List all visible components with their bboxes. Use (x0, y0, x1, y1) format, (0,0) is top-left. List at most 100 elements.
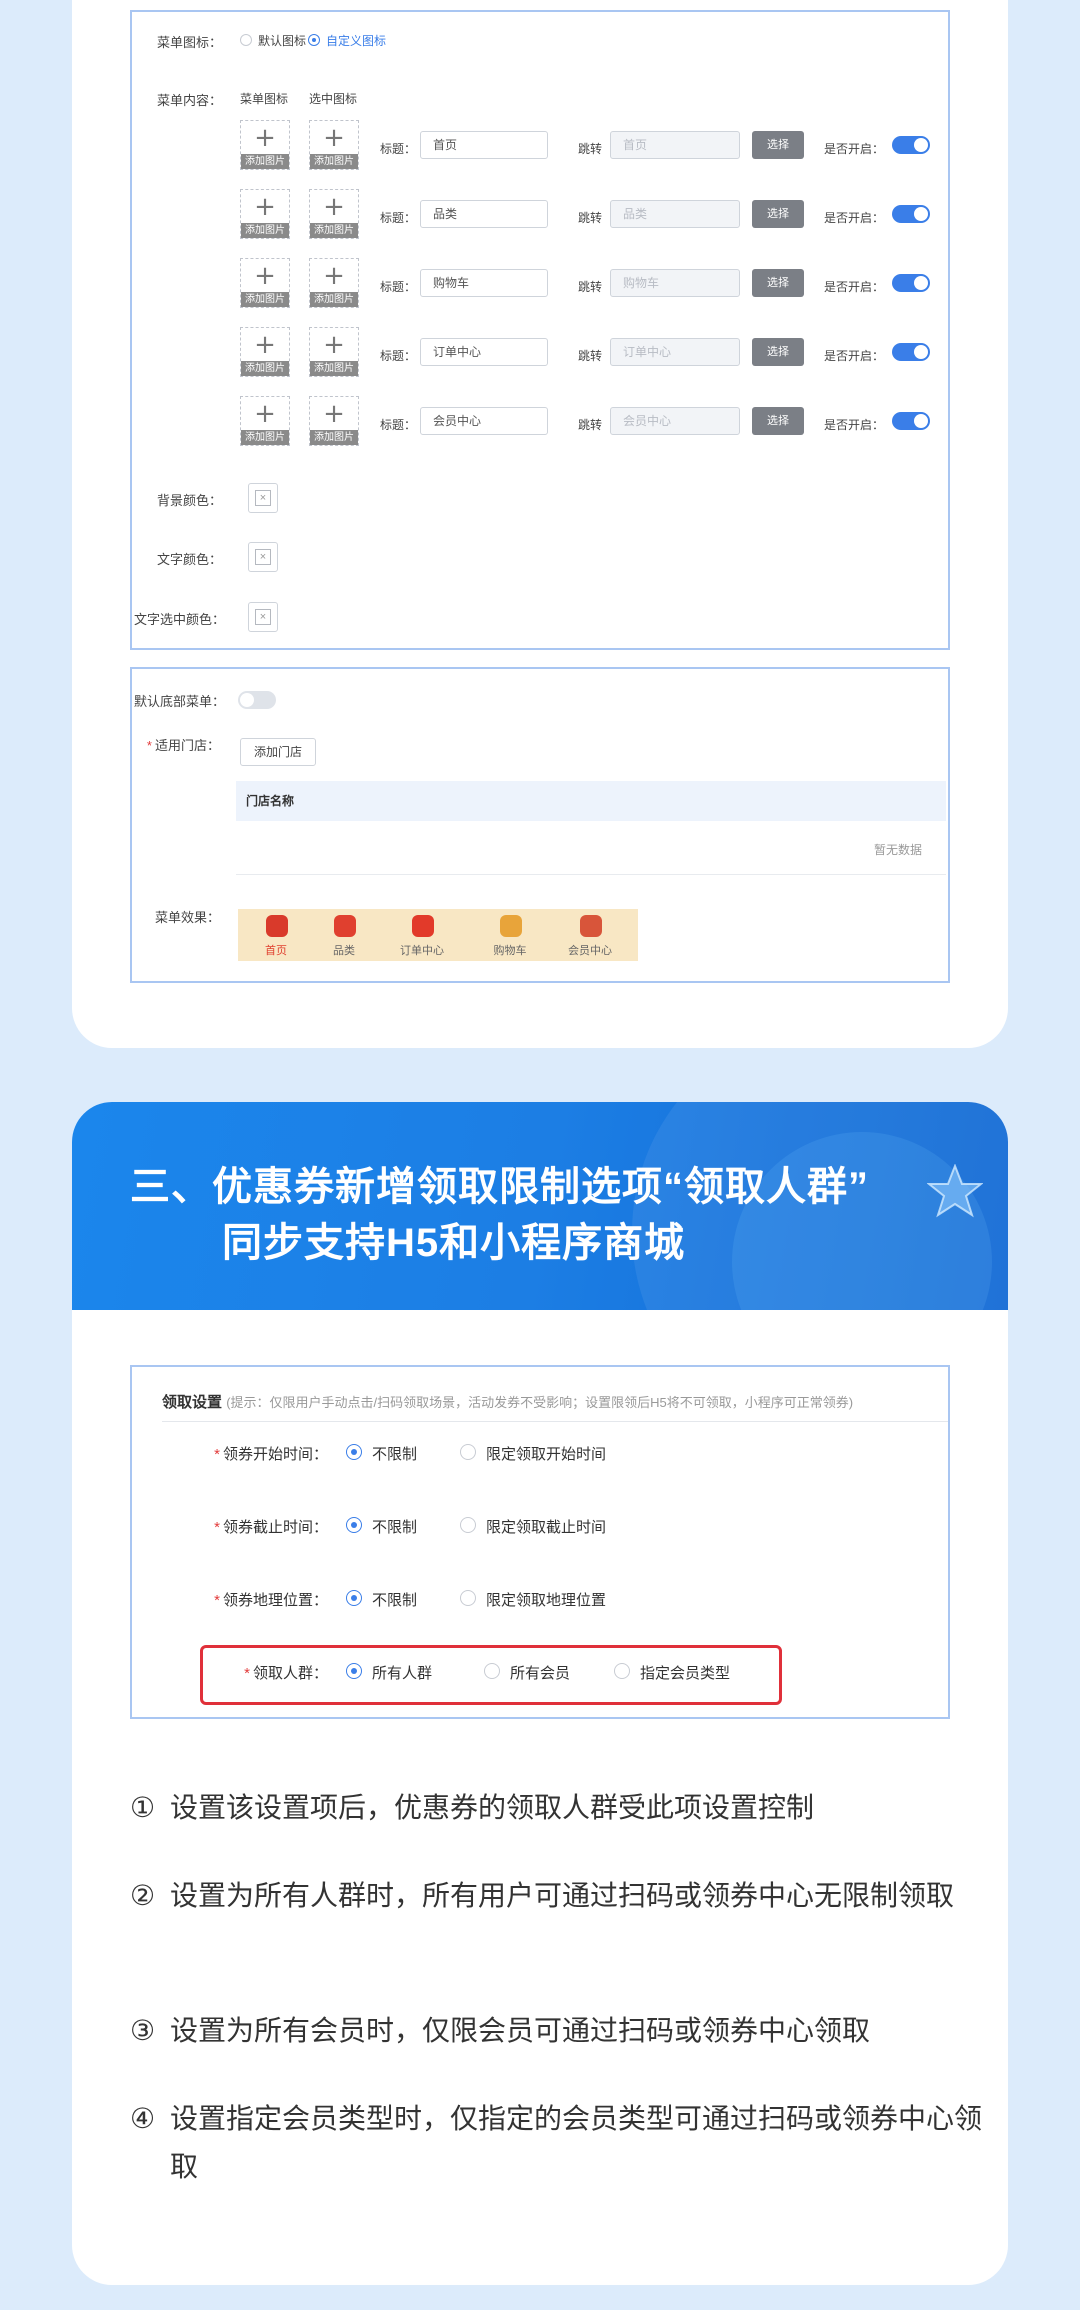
empty-text: 暂无数据 (873, 843, 922, 857)
choose-button[interactable]: 选择 (752, 407, 804, 435)
title-input[interactable]: 品类 (420, 200, 548, 228)
upload-menu-icon[interactable]: + 添加图片 (240, 258, 290, 308)
coupon-settings-panel: 领取设置 (提示：仅限用户手动点击/扫码领取场景，活动发券不受影响；设置限领后H… (130, 1365, 950, 1719)
note-number: ③ (130, 2015, 156, 2046)
preview-menu-icon (500, 915, 522, 937)
enable-toggle[interactable] (892, 205, 930, 223)
upload-caption: 添加图片 (310, 430, 358, 445)
radio-custom-icon[interactable] (308, 34, 320, 46)
upload-selected-icon[interactable]: + 添加图片 (309, 327, 359, 377)
upload-caption: 添加图片 (241, 430, 289, 445)
choose-button[interactable]: 选择 (752, 131, 804, 159)
jump-label: 跳转 (578, 142, 603, 156)
title-input[interactable]: 购物车 (420, 269, 548, 297)
bg-color-picker[interactable]: × (248, 483, 278, 513)
option-default-icon[interactable]: 默认图标 (258, 32, 306, 49)
col-selected-icon: 选中图标 (309, 92, 358, 106)
menu-preview: 首页 品类 订单中心 购物车 会员中心 (238, 909, 638, 961)
coupon-radio[interactable] (346, 1517, 362, 1533)
title-label: 标题： (380, 280, 417, 294)
coupon-radio[interactable] (460, 1517, 476, 1533)
coupon-option[interactable]: 不限制 (372, 1589, 417, 1610)
store-table-header: 门店名称 (236, 781, 946, 821)
highlight-box (200, 1645, 782, 1705)
jump-input: 首页 (610, 131, 740, 159)
enable-toggle[interactable] (892, 343, 930, 361)
coupon-row-label: * 领券地理位置： (214, 1592, 328, 1609)
note-text: 设置该设置项后，优惠券的领取人群受此项设置控制 (170, 1792, 815, 1823)
col-menu-icon: 菜单图标 (240, 92, 289, 106)
store-label: * 适用门店： (146, 738, 220, 753)
coupon-option[interactable]: 不限制 (372, 1516, 417, 1537)
upload-caption: 添加图片 (310, 154, 358, 169)
upload-menu-icon[interactable]: + 添加图片 (240, 120, 290, 170)
text-color-label: 文字颜色： (156, 552, 222, 567)
jump-label: 跳转 (578, 418, 603, 432)
jump-input: 品类 (610, 200, 740, 228)
coupon-feature-card: 三、优惠券新增领取限制选项“领取人群” 同步支持H5和小程序商城 领取设置 (提… (72, 1102, 1008, 2285)
coupon-radio[interactable] (346, 1590, 362, 1606)
note-text: 设置指定会员类型时，仅指定的会员类型可通过扫码或领券中心领取 (170, 2103, 983, 2182)
choose-button[interactable]: 选择 (752, 338, 804, 366)
enable-toggle[interactable] (892, 136, 930, 154)
enable-toggle[interactable] (892, 412, 930, 430)
title-label: 标题： (380, 211, 417, 225)
coupon-option[interactable]: 不限制 (372, 1443, 417, 1464)
preview-menu-item: 购物车 (474, 909, 546, 961)
jump-label: 跳转 (578, 280, 603, 294)
add-store-button[interactable]: 添加门店 (240, 738, 316, 766)
coupon-option[interactable]: 限定领取截止时间 (486, 1516, 606, 1537)
note-item: ③ 设置为所有会员时，仅限会员可通过扫码或领券中心领取 (130, 2007, 990, 2055)
upload-selected-icon[interactable]: + 添加图片 (309, 189, 359, 239)
upload-caption: 添加图片 (310, 292, 358, 307)
upload-caption: 添加图片 (241, 292, 289, 307)
coupon-option[interactable]: 限定领取地理位置 (486, 1589, 606, 1610)
jump-label: 跳转 (578, 349, 603, 363)
plus-icon: + (254, 261, 276, 291)
option-custom-icon[interactable]: 自定义图标 (326, 32, 386, 49)
menu-content-label: 菜单内容： (156, 93, 222, 108)
plus-icon: + (254, 123, 276, 153)
upload-menu-icon[interactable]: + 添加图片 (240, 189, 290, 239)
upload-menu-icon[interactable]: + 添加图片 (240, 396, 290, 446)
note-number: ④ (130, 2103, 156, 2134)
section-banner: 三、优惠券新增领取限制选项“领取人群” 同步支持H5和小程序商城 (72, 1102, 1008, 1310)
clear-icon: × (259, 551, 267, 563)
star-icon (927, 1164, 983, 1218)
coupon-radio[interactable] (460, 1444, 476, 1460)
jump-input: 会员中心 (610, 407, 740, 435)
upload-selected-icon[interactable]: + 添加图片 (309, 258, 359, 308)
note-text: 设置为所有人群时，所有用户可通过扫码或领券中心无限制领取 (170, 1880, 955, 1911)
preview-menu-icon (580, 915, 602, 937)
choose-button[interactable]: 选择 (752, 200, 804, 228)
title-input[interactable]: 订单中心 (420, 338, 548, 366)
preview-menu-item: 会员中心 (554, 909, 626, 961)
enable-toggle[interactable] (892, 274, 930, 292)
title-input[interactable]: 首页 (420, 131, 548, 159)
radio-default-icon[interactable] (240, 34, 252, 46)
title-input[interactable]: 会员中心 (420, 407, 548, 435)
plus-icon: + (323, 399, 345, 429)
coupon-option[interactable]: 限定领取开始时间 (486, 1443, 606, 1464)
preview-menu-icon (266, 915, 288, 937)
upload-selected-icon[interactable]: + 添加图片 (309, 120, 359, 170)
default-menu-label: 默认底部菜单： (134, 694, 226, 709)
coupon-radio[interactable] (346, 1444, 362, 1460)
plus-icon: + (323, 123, 345, 153)
text-selected-color-picker[interactable]: × (248, 602, 278, 632)
coupon-radio[interactable] (460, 1590, 476, 1606)
preview-menu-label: 品类 (333, 945, 355, 957)
upload-selected-icon[interactable]: + 添加图片 (309, 396, 359, 446)
choose-button[interactable]: 选择 (752, 269, 804, 297)
clear-icon: × (259, 611, 267, 623)
plus-icon: + (254, 330, 276, 360)
upload-menu-icon[interactable]: + 添加图片 (240, 327, 290, 377)
text-color-picker[interactable]: × (248, 542, 278, 572)
title-label: 标题： (380, 418, 417, 432)
banner-title-line1: 三、优惠券新增领取限制选项“领取人群” (130, 1165, 869, 1209)
bg-color-label: 背景颜色： (156, 493, 222, 508)
default-menu-toggle[interactable] (238, 691, 276, 709)
note-number: ② (130, 1880, 156, 1911)
table-divider (236, 874, 946, 875)
upload-caption: 添加图片 (241, 154, 289, 169)
